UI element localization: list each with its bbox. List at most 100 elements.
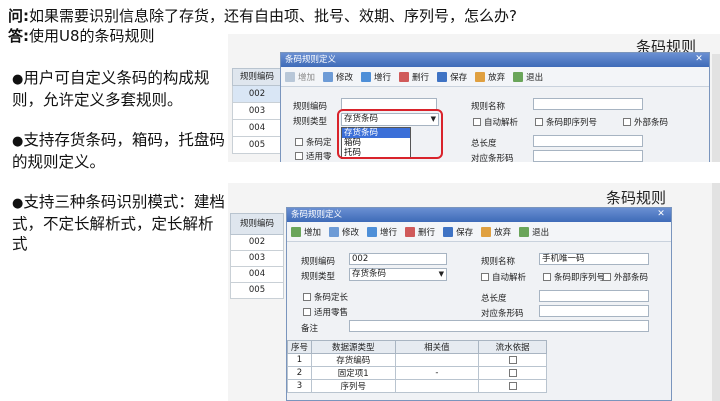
cancel-icon <box>481 226 492 237</box>
cancel-icon <box>475 71 486 82</box>
serial-basis-cell[interactable] <box>478 353 547 367</box>
add-row-button[interactable]: 增行 <box>361 71 391 83</box>
save-label: 保存 <box>456 227 474 238</box>
list-item[interactable]: 004 <box>232 120 282 137</box>
add-row-icon <box>367 226 378 237</box>
list-item[interactable]: 003 <box>230 251 284 267</box>
applicable-retail-checkbox[interactable]: 适用零售 <box>303 306 348 318</box>
question-text: 如果需要识别信息除了存货，还有自由项、批号、效期、序列号，怎么办? <box>29 7 517 25</box>
save-icon <box>437 71 448 82</box>
screenshot-bottom: 条码规则 规则编码 002 003 004 005 条码规则定义 ✕ 增加 修改… <box>228 183 720 401</box>
rule-type-label: 规则类型 <box>301 272 336 282</box>
rule-name-field[interactable]: 手机唯一码 <box>539 253 649 265</box>
list-item[interactable]: 002 <box>230 235 284 251</box>
list-item[interactable]: 004 <box>230 267 284 283</box>
table-row[interactable]: 3 序列号 <box>287 379 547 393</box>
bullet-text: 用户可自定义条码的构成规则，允许定义多套规则。 <box>12 69 210 109</box>
total-length-label: 总长度 <box>481 294 507 304</box>
edit-icon <box>329 226 340 237</box>
save-button[interactable]: 保存 <box>443 226 473 238</box>
barcode-seq-checkbox[interactable]: 条码即序列号 <box>543 271 605 283</box>
rule-type-select[interactable]: 存货条码 ▼ <box>349 268 447 281</box>
delete-row-button[interactable]: 删行 <box>399 71 429 83</box>
add-button[interactable]: 增加 <box>291 226 321 238</box>
rule-name-field[interactable] <box>533 98 643 110</box>
list-item[interactable]: 005 <box>230 283 284 299</box>
edit-button[interactable]: 修改 <box>323 71 353 83</box>
bullet-text: 支持三种条码识别模式：建档式，不定长解析式，定长解析式 <box>12 193 225 253</box>
list-header: 规则编码 <box>230 213 284 235</box>
auto-parse-checkbox[interactable]: 自动解析 <box>473 116 518 128</box>
chevron-down-icon[interactable]: ▼ <box>439 269 444 280</box>
rule-code-list: 规则编码 002 003 004 005 <box>232 68 282 154</box>
barcode-fixed-checkbox[interactable]: 条码定 <box>295 136 332 148</box>
corresponding-barcode-field[interactable] <box>533 150 643 162</box>
bullet-dot: ● <box>12 134 24 149</box>
edit-label: 修改 <box>336 72 354 83</box>
table-row[interactable]: 1 存货编码 <box>287 353 547 367</box>
add-row-label: 增行 <box>380 227 398 238</box>
serial-basis-cell[interactable] <box>478 366 547 380</box>
source-type-cell[interactable]: 存货编码 <box>310 353 396 367</box>
add-row-label: 增行 <box>374 72 392 83</box>
cancel-button[interactable]: 放弃 <box>475 71 505 83</box>
delete-row-label: 删行 <box>418 227 436 238</box>
auto-parse-checkbox[interactable]: 自动解析 <box>481 271 526 283</box>
total-length-field[interactable] <box>533 135 643 147</box>
barcode-seq-label: 条码即序列号 <box>546 118 598 128</box>
edit-button[interactable]: 修改 <box>329 226 359 238</box>
close-icon[interactable]: ✕ <box>655 208 667 220</box>
exit-label: 退出 <box>532 227 550 238</box>
checkbox-box <box>603 273 611 281</box>
rule-code-field[interactable]: 002 <box>349 253 447 265</box>
row-number: 2 <box>287 366 312 380</box>
source-type-cell[interactable]: 序列号 <box>310 379 396 393</box>
bullet-item: ●支持三种条码识别模式：建档式，不定长解析式，定长解析式 <box>12 192 227 254</box>
auto-parse-label: 自动解析 <box>484 118 519 128</box>
save-button[interactable]: 保存 <box>437 71 467 83</box>
cancel-button[interactable]: 放弃 <box>481 226 511 238</box>
auto-parse-label: 自动解析 <box>492 273 527 283</box>
checkbox-box[interactable] <box>508 355 517 364</box>
answer-text: 使用U8的条码规则 <box>29 27 155 45</box>
scrollbar[interactable] <box>712 54 720 162</box>
checkbox-box[interactable] <box>508 368 517 377</box>
barcode-fixed-length-checkbox[interactable]: 条码定长 <box>303 291 348 303</box>
list-item[interactable]: 005 <box>232 137 282 154</box>
edit-label: 修改 <box>342 227 360 238</box>
barcode-seq-label: 条码即序列号 <box>554 273 606 283</box>
source-type-cell[interactable]: 固定项1 <box>310 366 396 380</box>
external-barcode-checkbox[interactable]: 外部条码 <box>623 116 668 128</box>
add-label: 增加 <box>304 227 322 238</box>
exit-button[interactable]: 退出 <box>519 226 549 238</box>
remark-field[interactable] <box>349 320 649 332</box>
total-length-field[interactable] <box>539 290 649 302</box>
close-icon[interactable]: ✕ <box>693 53 705 65</box>
add-button[interactable]: 增加 <box>285 71 315 83</box>
applicable-retail-checkbox[interactable]: 适用零 <box>295 150 332 162</box>
table-row[interactable]: 2 固定项1 - <box>287 366 547 380</box>
add-label: 增加 <box>298 72 316 83</box>
checkbox-box <box>303 308 311 316</box>
exit-button[interactable]: 退出 <box>513 71 543 83</box>
related-value-cell[interactable]: - <box>394 366 480 380</box>
related-value-cell[interactable] <box>394 353 480 367</box>
dialog-titlebar: 条码规则定义 ✕ <box>287 208 671 222</box>
external-barcode-checkbox[interactable]: 外部条码 <box>603 271 648 283</box>
scrollbar[interactable] <box>712 183 720 401</box>
list-item[interactable]: 002 <box>232 86 282 103</box>
corresponding-barcode-label: 对应条形码 <box>481 309 524 319</box>
barcode-fixed-length-label: 条码定长 <box>314 293 349 303</box>
serial-basis-cell[interactable] <box>478 379 547 393</box>
list-item[interactable]: 003 <box>232 103 282 120</box>
checkbox-box[interactable] <box>508 381 517 390</box>
bullet-dot: ● <box>12 72 24 87</box>
barcode-seq-checkbox[interactable]: 条码即序列号 <box>535 116 597 128</box>
checkbox-box <box>543 273 551 281</box>
exit-icon <box>513 71 524 82</box>
add-row-button[interactable]: 增行 <box>367 226 397 238</box>
corresponding-barcode-field[interactable] <box>539 305 649 317</box>
delete-row-icon <box>399 71 410 82</box>
related-value-cell[interactable] <box>394 379 480 393</box>
delete-row-button[interactable]: 删行 <box>405 226 435 238</box>
